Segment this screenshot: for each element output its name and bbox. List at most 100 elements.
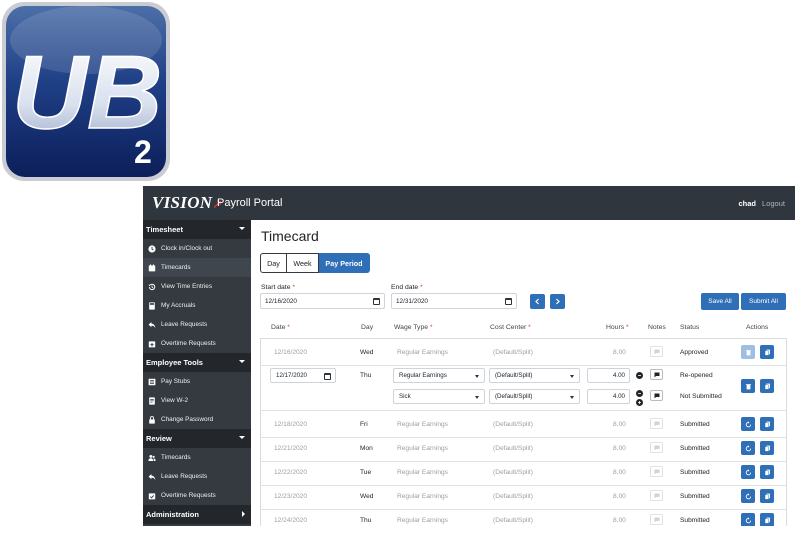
notes-button[interactable]: [650, 346, 663, 357]
view-toggle: Day Week Pay Period: [260, 253, 370, 273]
row-date: 12/24/2020: [274, 517, 308, 524]
sidebar-item-review-leave-requests[interactable]: Leave Requests: [143, 467, 251, 486]
copy-button[interactable]: [760, 513, 774, 526]
delete-button[interactable]: [741, 345, 755, 359]
sidebar-item-clock-in-out[interactable]: Clock in/Clock out: [143, 239, 251, 258]
view-week-button[interactable]: Week: [287, 253, 319, 273]
remove-line-icon[interactable]: [636, 372, 643, 379]
copy-button[interactable]: [760, 465, 774, 479]
delete-button[interactable]: [741, 379, 755, 393]
notes-button[interactable]: [650, 369, 663, 380]
cost-center-select[interactable]: (Default/Split): [489, 368, 580, 383]
reopen-button[interactable]: [741, 441, 755, 455]
start-date-label: Start date *: [261, 284, 296, 291]
comment-icon: [654, 469, 659, 474]
copy-button[interactable]: [760, 417, 774, 431]
row-hours: 8.00: [613, 349, 626, 356]
notes-button[interactable]: [650, 390, 663, 401]
row-date-input[interactable]: 12/17/2020: [270, 368, 336, 383]
cost-center-select[interactable]: (Default/Split): [489, 389, 580, 404]
row-divider: [261, 437, 786, 438]
sidebar-item-review-timecards[interactable]: Timecards: [143, 448, 251, 467]
sidebar-item-timecards[interactable]: Timecards: [143, 258, 251, 277]
copy-button[interactable]: [760, 379, 774, 393]
notes-button[interactable]: [650, 466, 663, 477]
reopen-button[interactable]: [741, 465, 755, 479]
selected-wage-type: Sick: [399, 393, 411, 400]
copy-button[interactable]: [760, 489, 774, 503]
wage-type-select[interactable]: Regular Earnings: [393, 368, 485, 383]
hours-input[interactable]: 4.00: [587, 389, 630, 404]
comment-icon: [654, 517, 659, 522]
copy-button[interactable]: [760, 345, 774, 359]
sidebar-section-timesheet[interactable]: Timesheet: [143, 220, 251, 239]
sidebar-item-label: Timecards: [161, 454, 191, 461]
chevron-down-icon: [475, 375, 479, 378]
sidebar-section-review[interactable]: Review: [143, 429, 251, 448]
view-pay-period-button[interactable]: Pay Period: [319, 253, 370, 273]
column-header-actions: Actions: [746, 324, 769, 331]
sidebar-item-view-w2[interactable]: View W-2: [143, 391, 251, 410]
caret-down-icon: [239, 227, 245, 230]
row-status: Submitted: [680, 517, 710, 524]
row-hours: 8.00: [613, 517, 626, 524]
sidebar-item-label: Overtime Requests: [161, 340, 216, 347]
notes-button[interactable]: [650, 514, 663, 525]
copy-icon: [764, 349, 770, 356]
view-day-button[interactable]: Day: [260, 253, 287, 273]
sidebar-section-administration[interactable]: Administration: [143, 505, 251, 524]
row-cost-center: (Default/Split): [493, 445, 533, 452]
undo-icon: [745, 492, 751, 499]
add-line-icon[interactable]: [636, 399, 643, 406]
sidebar-item-label: Change Password: [161, 416, 214, 423]
sidebar-item-overtime-requests[interactable]: Overtime Requests: [143, 334, 251, 353]
logout-link[interactable]: Logout: [762, 199, 785, 208]
comment-icon: [654, 349, 659, 354]
notes-button[interactable]: [650, 490, 663, 501]
reopen-button[interactable]: [741, 417, 755, 431]
submit-all-button[interactable]: Submit All: [741, 293, 786, 310]
row-date: 12/17/2020: [276, 372, 307, 379]
sidebar-item-leave-requests[interactable]: Leave Requests: [143, 315, 251, 334]
start-date-input[interactable]: 12/16/2020: [260, 293, 385, 309]
timecard-table: 12/16/2020 Wed Regular Earnings (Default…: [260, 338, 787, 526]
notes-button[interactable]: [650, 442, 663, 453]
copy-button[interactable]: [760, 441, 774, 455]
payroll-portal-window: VISION↗ Payroll Portal chad Logout Times…: [143, 186, 795, 526]
sidebar-item-label: Leave Requests: [161, 473, 208, 480]
sidebar-item-my-accruals[interactable]: My Accruals: [143, 296, 251, 315]
reopen-button[interactable]: [741, 513, 755, 526]
vision-logo[interactable]: VISION↗: [152, 193, 223, 213]
column-header-status: Status: [680, 324, 700, 331]
sidebar-item-view-time-entries[interactable]: View Time Entries: [143, 277, 251, 296]
calendar-icon[interactable]: [373, 298, 380, 305]
list-icon: [147, 377, 156, 386]
wage-type-select[interactable]: Sick: [393, 389, 485, 404]
previous-period-button[interactable]: [530, 294, 545, 309]
row-day: Fri: [360, 421, 368, 428]
next-period-button[interactable]: [550, 294, 565, 309]
save-all-button[interactable]: Save All: [701, 293, 739, 310]
hours-input[interactable]: 4.00: [587, 368, 630, 383]
row-hours: 8.00: [613, 445, 626, 452]
end-date-input[interactable]: 12/31/2020: [391, 293, 517, 309]
ub2-logo: UB 2: [0, 0, 172, 183]
sidebar-item-review-overtime-requests[interactable]: Overtime Requests: [143, 486, 251, 505]
row-status: Submitted: [680, 469, 710, 476]
caret-down-icon: [239, 436, 245, 439]
chevron-down-icon: [570, 396, 574, 399]
column-header-cost-center: Cost Center *: [490, 324, 531, 331]
calendar-icon[interactable]: [324, 373, 331, 380]
row-cost-center: (Default/Split): [493, 493, 533, 500]
sidebar-item-label: Leave Requests: [161, 321, 208, 328]
remove-line-icon[interactable]: [636, 390, 643, 397]
row-wage-type: Regular Earnings: [397, 517, 448, 524]
end-date-value: 12/31/2020: [396, 297, 428, 305]
calendar-icon[interactable]: [505, 298, 512, 305]
sidebar-section-employee-tools[interactable]: Employee Tools: [143, 353, 251, 372]
reopen-button[interactable]: [741, 489, 755, 503]
sidebar-item-change-password[interactable]: Change Password: [143, 410, 251, 429]
lock-icon: [147, 415, 156, 424]
notes-button[interactable]: [650, 418, 663, 429]
sidebar-item-pay-stubs[interactable]: Pay Stubs: [143, 372, 251, 391]
